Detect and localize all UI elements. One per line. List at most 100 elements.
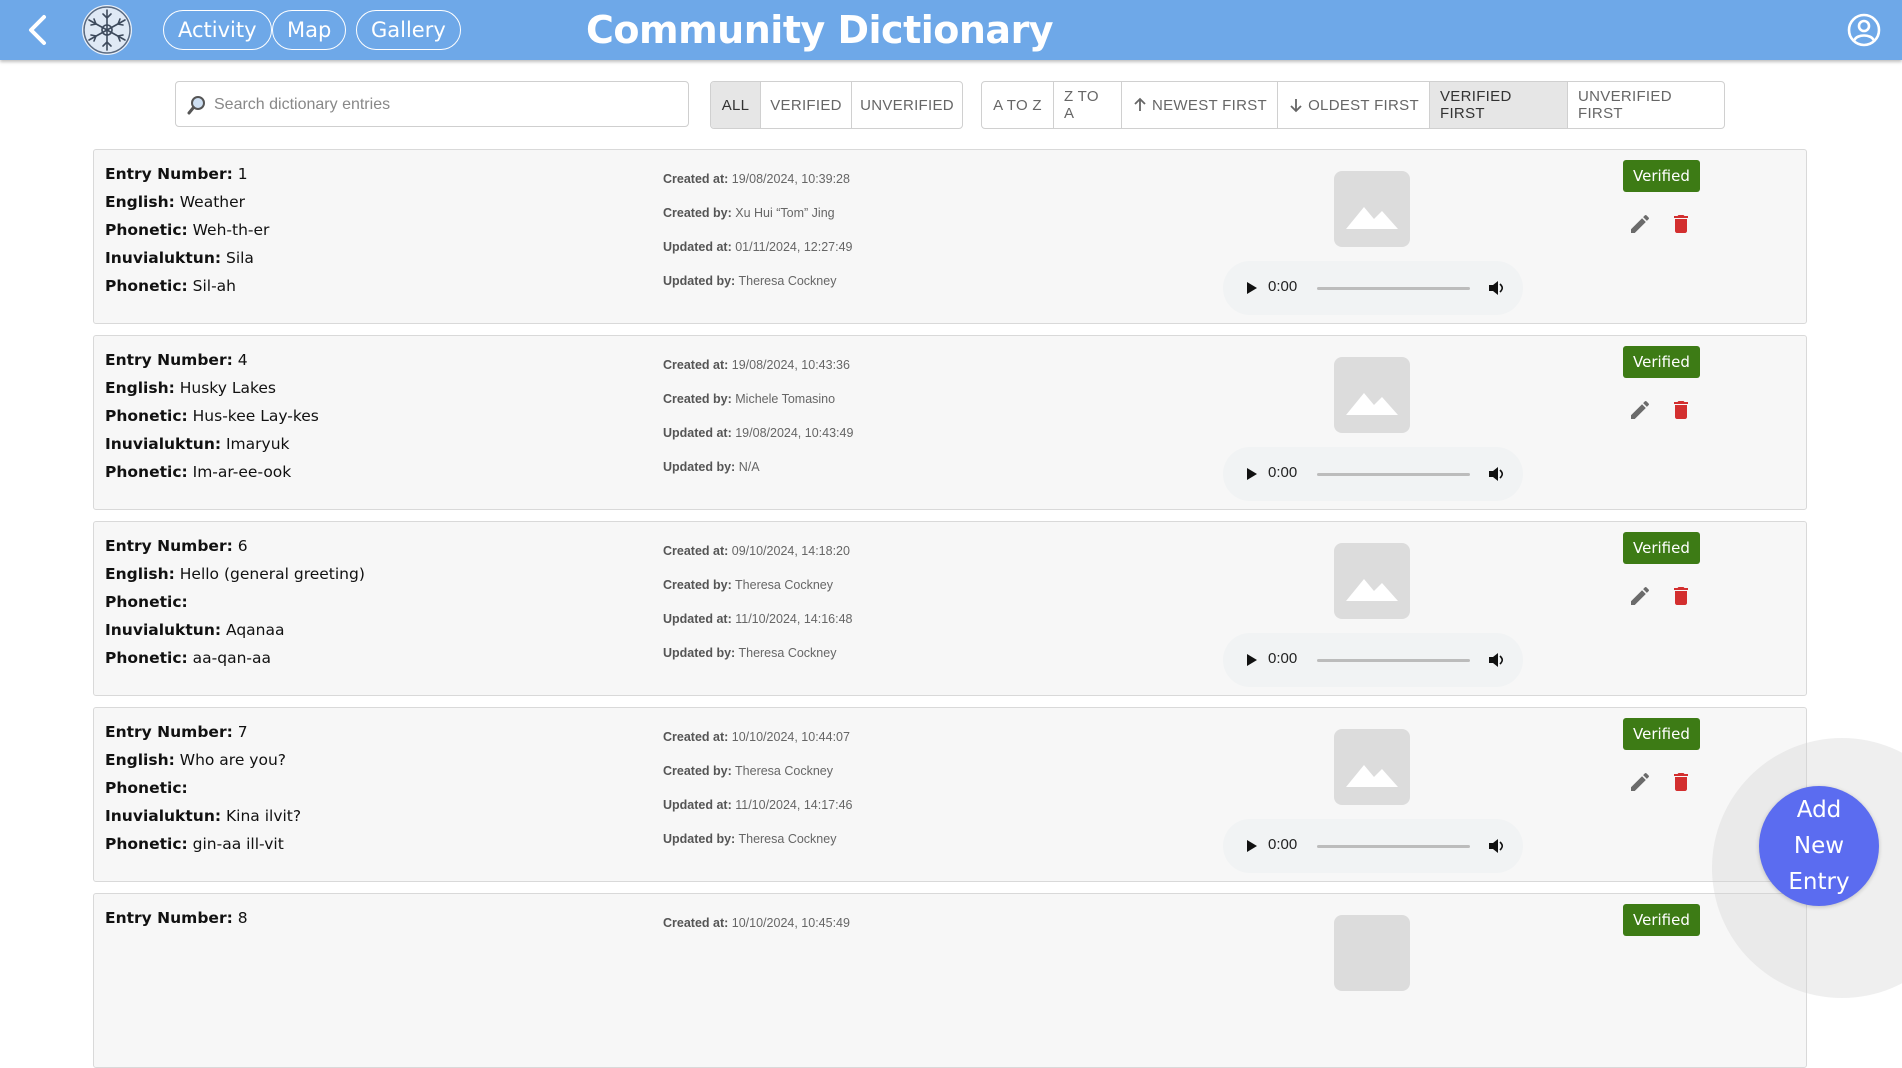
created-at-value: 19/08/2024, 10:43:36 <box>731 358 850 372</box>
phonetic-label: Phonetic: <box>105 221 188 239</box>
updated-at-value: 19/08/2024, 10:43:49 <box>735 426 854 440</box>
chevron-left-icon <box>29 15 46 45</box>
updated-at-label: Updated at: <box>663 240 732 254</box>
phonetic-label: Phonetic: <box>105 277 188 295</box>
created-at-label: Created at: <box>663 358 729 372</box>
phonetic-label: Phonetic: <box>105 649 188 667</box>
edit-icon[interactable] <box>1628 770 1652 794</box>
entry-number-value: 8 <box>237 909 248 927</box>
delete-icon[interactable] <box>1669 398 1693 422</box>
updated-by-label: Updated by: <box>663 646 736 660</box>
sort-verified-first[interactable]: VERIFIED FIRST <box>1430 82 1568 128</box>
phonetic-value: Im-ar-ee-ook <box>192 463 292 481</box>
updated-at-value: 11/10/2024, 14:16:48 <box>735 612 853 626</box>
updated-at-label: Updated at: <box>663 798 732 812</box>
phonetic-label: Phonetic: <box>105 835 188 853</box>
audio-seek-bar[interactable] <box>1317 659 1470 662</box>
entry-number: Entry Number: 4 <box>105 351 248 369</box>
volume-icon[interactable] <box>1486 650 1506 670</box>
delete-icon[interactable] <box>1669 770 1693 794</box>
english-label: English: <box>105 379 175 397</box>
play-icon[interactable] <box>1241 278 1261 298</box>
status-badge: Verified <box>1623 904 1700 936</box>
entry-number-label: Entry Number: <box>105 537 233 555</box>
english-phonetic-field: Phonetic: Weh-th-er <box>105 221 269 239</box>
entry-number: Entry Number: 7 <box>105 723 248 741</box>
image-icon <box>1346 393 1398 415</box>
inuvialuktun-label: Inuvialuktun: <box>105 807 222 825</box>
image-icon <box>1346 579 1398 601</box>
back-button[interactable] <box>22 12 56 48</box>
volume-icon[interactable] <box>1486 464 1506 484</box>
edit-icon[interactable] <box>1628 584 1652 608</box>
phonetic-label: Phonetic: <box>105 779 188 797</box>
entry-number-value: 1 <box>237 165 248 183</box>
english-label: English: <box>105 193 175 211</box>
created-at: Created at: 19/08/2024, 10:39:28 <box>663 172 850 186</box>
updated-at-value: 11/10/2024, 14:17:46 <box>735 798 853 812</box>
entry-number-label: Entry Number: <box>105 351 233 369</box>
image-icon <box>1346 765 1398 787</box>
audio-time: 0:00 <box>1268 464 1298 481</box>
nav-activity[interactable]: Activity <box>163 10 272 50</box>
edit-icon[interactable] <box>1628 398 1652 422</box>
updated-by-value: N/A <box>738 460 760 474</box>
phonetic-label: Phonetic: <box>105 407 188 425</box>
add-new-entry-button[interactable]: Add New Entry <box>1759 786 1879 906</box>
phonetic-label: Phonetic: <box>105 463 188 481</box>
app-logo[interactable] <box>82 5 132 55</box>
inuvialuktun-value: Sila <box>225 249 254 267</box>
sort-newest-first[interactable]: NEWEST FIRST <box>1122 82 1278 128</box>
account-circle-icon <box>1847 13 1881 47</box>
inuvialuktun-label: Inuvialuktun: <box>105 621 222 639</box>
inuvialuktun-field: Inuvialuktun: Kina ilvit? <box>105 807 301 825</box>
inuvialuktun-value: Imaryuk <box>225 435 290 453</box>
sort-a-to-z[interactable]: A TO Z <box>982 82 1054 128</box>
nav-gallery[interactable]: Gallery <box>356 10 461 50</box>
entry-number-label: Entry Number: <box>105 909 233 927</box>
audio-seek-bar[interactable] <box>1317 287 1470 290</box>
audio-seek-bar[interactable] <box>1317 845 1470 848</box>
image-placeholder <box>1334 543 1410 619</box>
phonetic-value: aa-qan-aa <box>192 649 271 667</box>
updated-by: Updated by: Theresa Cockney <box>663 646 836 660</box>
edit-icon[interactable] <box>1628 212 1652 236</box>
volume-icon[interactable] <box>1486 836 1506 856</box>
status-badge: Verified <box>1623 160 1700 192</box>
search-icon <box>187 96 205 115</box>
play-icon[interactable] <box>1241 464 1261 484</box>
sort-oldest-first[interactable]: OLDEST FIRST <box>1278 82 1430 128</box>
play-icon[interactable] <box>1241 650 1261 670</box>
english-field: English: Hello (general greeting) <box>105 565 365 583</box>
filter-verified[interactable]: VERIFIED <box>761 82 852 128</box>
phonetic-label: Phonetic: <box>105 593 188 611</box>
image-placeholder <box>1334 729 1410 805</box>
created-by: Created by: Theresa Cockney <box>663 578 833 592</box>
page-title: Community Dictionary <box>586 8 1054 52</box>
volume-icon[interactable] <box>1486 278 1506 298</box>
sort-unverified-first[interactable]: UNVERIFIED FIRST <box>1568 82 1724 128</box>
english-label: English: <box>105 565 175 583</box>
play-icon[interactable] <box>1241 836 1261 856</box>
search-input[interactable] <box>212 82 686 128</box>
entry-number: Entry Number: 8 <box>105 909 248 927</box>
entry-number-value: 7 <box>237 723 248 741</box>
account-button[interactable] <box>1846 12 1882 48</box>
filter-all[interactable]: ALL <box>711 82 761 128</box>
image-placeholder <box>1334 171 1410 247</box>
nav-map[interactable]: Map <box>272 10 347 50</box>
sort-z-to-a[interactable]: Z TO A <box>1054 82 1122 128</box>
updated-by-label: Updated by: <box>663 274 736 288</box>
english-field: English: Husky Lakes <box>105 379 276 397</box>
created-at: Created at: 19/08/2024, 10:43:36 <box>663 358 850 372</box>
delete-icon[interactable] <box>1669 212 1693 236</box>
english-phonetic-field: Phonetic: <box>105 779 188 797</box>
filter-unverified[interactable]: UNVERIFIED <box>852 82 962 128</box>
audio-player: 0:00 <box>1223 633 1523 687</box>
entry-number-label: Entry Number: <box>105 723 233 741</box>
audio-time: 0:00 <box>1268 650 1298 667</box>
updated-at: Updated at: 11/10/2024, 14:17:46 <box>663 798 852 812</box>
created-at-label: Created at: <box>663 544 729 558</box>
audio-seek-bar[interactable] <box>1317 473 1470 476</box>
delete-icon[interactable] <box>1669 584 1693 608</box>
